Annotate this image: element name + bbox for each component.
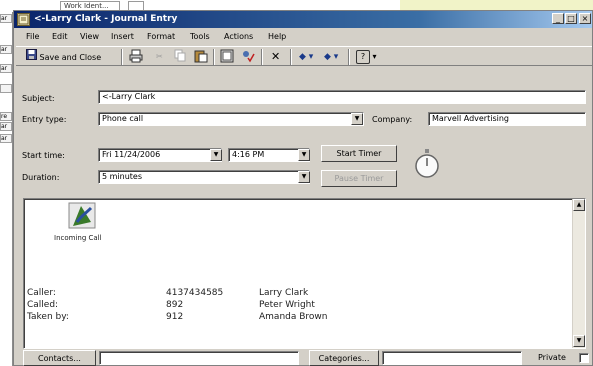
notes-scrollbar[interactable]: ▲ ▼ xyxy=(572,199,585,348)
called-number: 892 xyxy=(166,300,184,310)
left-tab[interactable]: ar xyxy=(0,134,12,143)
print-icon[interactable] xyxy=(129,49,143,65)
check-names-icon[interactable] xyxy=(241,49,255,65)
pause-timer-button[interactable]: Pause Timer xyxy=(321,170,397,187)
stopwatch-icon xyxy=(411,148,443,180)
scroll-down-icon[interactable]: ▼ xyxy=(573,335,585,347)
menu-view[interactable]: View xyxy=(80,31,99,42)
help-icon[interactable]: ? ▾ xyxy=(356,49,377,65)
toolbar-separator xyxy=(121,49,123,65)
categories-field[interactable] xyxy=(382,351,522,365)
menu-format[interactable]: Format xyxy=(147,31,175,42)
scroll-up-icon[interactable]: ▲ xyxy=(573,199,585,211)
private-label: Private xyxy=(538,353,566,362)
previous-item-icon[interactable]: ◆ ▾ xyxy=(299,49,313,65)
duration-field[interactable]: 5 minutes xyxy=(98,170,310,184)
journal-entry-window: <-Larry Clark - Journal Entry _ □ × File… xyxy=(13,10,593,366)
menu-tools[interactable]: Tools xyxy=(190,31,210,42)
paste-icon[interactable] xyxy=(194,49,208,65)
toolbar-separator xyxy=(348,49,350,65)
left-tab[interactable]: ar xyxy=(0,122,12,131)
caller-number: 4137434585 xyxy=(166,288,224,298)
left-tab[interactable]: ar xyxy=(0,45,12,54)
window-title: <-Larry Clark - Journal Entry xyxy=(34,14,178,24)
called-name: Peter Wright xyxy=(259,300,315,310)
maximize-button[interactable]: □ xyxy=(565,13,577,24)
left-tab[interactable]: ar xyxy=(0,14,12,23)
start-time-label: Start time: xyxy=(22,151,65,160)
save-and-close-label: Save and Close xyxy=(39,53,102,62)
caller-key: Caller: xyxy=(27,288,56,298)
next-item-icon[interactable]: ◆ ▾ xyxy=(324,49,338,65)
called-key: Called: xyxy=(27,300,59,310)
copy-icon[interactable] xyxy=(174,49,187,65)
subject-label: Subject: xyxy=(22,94,55,103)
private-checkbox[interactable] xyxy=(579,353,589,363)
minimize-button[interactable]: _ xyxy=(552,13,564,24)
categories-button[interactable]: Categories... xyxy=(309,350,379,366)
taken-by-name: Amanda Brown xyxy=(259,312,328,322)
taken-by-number: 912 xyxy=(166,312,184,322)
attachment-label: Incoming Call xyxy=(54,234,102,242)
duration-label: Duration: xyxy=(22,173,60,182)
menu-edit[interactable]: Edit xyxy=(52,31,68,42)
delete-icon[interactable]: ✕ xyxy=(271,49,280,65)
address-book-icon[interactable] xyxy=(220,49,234,65)
entry-type-select[interactable]: Phone call xyxy=(98,112,364,126)
menu-insert[interactable]: Insert xyxy=(111,31,134,42)
contacts-field[interactable] xyxy=(99,351,299,365)
subject-field[interactable]: <-Larry Clark xyxy=(98,90,586,104)
caller-name: Larry Clark xyxy=(259,288,309,298)
menu-help[interactable]: Help xyxy=(268,31,286,42)
entry-type-label: Entry type: xyxy=(22,115,67,124)
save-icon xyxy=(26,49,37,66)
contacts-button[interactable]: Contacts... xyxy=(23,350,96,366)
left-tab[interactable] xyxy=(0,84,12,93)
chevron-down-icon[interactable]: ▼ xyxy=(210,149,222,161)
left-tab[interactable]: ar xyxy=(0,64,12,73)
company-field[interactable]: Marvell Advertising xyxy=(428,112,586,126)
company-label: Company: xyxy=(372,115,413,124)
start-timer-button[interactable]: Start Timer xyxy=(321,145,397,162)
save-and-close-button[interactable]: Save and Close xyxy=(26,49,101,65)
title-bar[interactable]: <-Larry Clark - Journal Entry _ □ × xyxy=(14,11,592,28)
menu-file[interactable]: File xyxy=(26,31,39,42)
left-tab[interactable]: re xyxy=(0,112,12,121)
chevron-down-icon[interactable]: ▼ xyxy=(351,113,363,125)
cut-icon[interactable]: ✂ xyxy=(156,49,163,65)
toolbar-separator xyxy=(213,49,215,65)
notes-area[interactable]: Incoming Call Caller: 4137434585 Larry C… xyxy=(23,198,586,349)
background-left-column: ar ar ar re ar ar xyxy=(0,12,13,366)
start-date-field[interactable]: Fri 11/24/2006 xyxy=(98,148,222,162)
toolbar-separator xyxy=(261,49,263,65)
taken-by-key: Taken by: xyxy=(27,312,69,322)
chevron-down-icon[interactable]: ▼ xyxy=(298,149,310,161)
menu-actions[interactable]: Actions xyxy=(224,31,253,42)
incoming-call-attachment-icon[interactable] xyxy=(67,202,97,229)
chevron-down-icon[interactable]: ▼ xyxy=(298,171,310,183)
journal-app-icon xyxy=(17,13,30,26)
toolbar-separator xyxy=(290,49,292,65)
close-button[interactable]: × xyxy=(579,13,591,24)
